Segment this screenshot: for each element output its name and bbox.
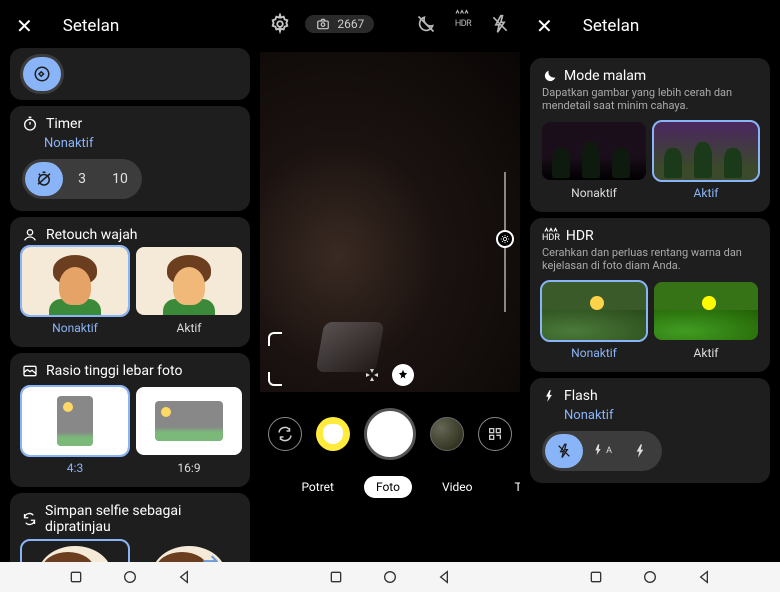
nav-recent-icon[interactable] <box>588 569 604 585</box>
timer-card: Timer Nonaktif 3 10 <box>10 106 250 211</box>
photo-count[interactable]: 2667 <box>305 15 374 33</box>
selfie-normal-thumb[interactable] <box>22 541 128 562</box>
mode-potret[interactable]: Potret <box>289 476 346 498</box>
retouch-off-label: Nonaktif <box>22 321 128 335</box>
hdr-icon[interactable]: HDR <box>451 12 474 36</box>
focus-frame-corner <box>268 332 282 346</box>
selfie-label: Simpan selfie sebagai dipratinjau <box>45 503 238 535</box>
timer-off-pill[interactable] <box>25 162 63 196</box>
hdr-label: HDR <box>566 228 594 244</box>
night-mode-icon[interactable] <box>414 12 437 36</box>
qr-lens-button[interactable] <box>478 417 512 451</box>
ratio-label: Rasio tinggi lebar foto <box>46 363 182 379</box>
flash-label: Flash <box>564 388 598 404</box>
close-icon[interactable]: ✕ <box>536 14 553 38</box>
timer-label: Timer <box>46 116 82 132</box>
hdr-on-thumb[interactable] <box>654 282 758 340</box>
retouch-off-thumb[interactable] <box>22 247 128 315</box>
ratio-card: Rasio tinggi lebar foto 4:3 16:9 <box>10 353 250 487</box>
snapchat-button[interactable] <box>316 417 350 451</box>
selfie-flip-icon <box>22 511 37 527</box>
nav-home-icon[interactable] <box>382 569 398 585</box>
flash-off-pill[interactable] <box>545 434 583 468</box>
nav-home-icon[interactable] <box>642 569 658 585</box>
aspect-ratio-icon <box>22 363 38 379</box>
mode-video[interactable]: Video <box>430 476 485 498</box>
card-partial-top <box>10 48 250 100</box>
shutter-button[interactable] <box>364 408 416 460</box>
filter-badge-icon[interactable] <box>392 364 414 386</box>
focus-frame-corner <box>268 372 282 386</box>
flash-auto-pill[interactable]: A <box>583 434 621 468</box>
night-on-label: Aktif <box>654 186 758 200</box>
nav-recent-icon[interactable] <box>328 569 344 585</box>
flash-options: A <box>542 431 662 471</box>
night-mode-card: Mode malam Dapatkan gambar yang lebih ce… <box>530 58 770 212</box>
retouch-label: Retouch wajah <box>46 227 138 243</box>
shutter-row <box>260 396 520 468</box>
nav-back-icon[interactable] <box>696 569 712 585</box>
timer-options: 3 10 <box>22 159 142 199</box>
night-mode-desc: Dapatkan gambar yang lebih cerah dan men… <box>542 86 758 112</box>
ratio-169-thumb[interactable] <box>136 387 242 455</box>
partial-pill[interactable] <box>23 57 61 91</box>
moon-icon <box>542 68 558 84</box>
retouch-icon <box>22 227 38 243</box>
retouch-card: Retouch wajah Nonaktif Aktif <box>10 217 250 347</box>
ratio-43-thumb[interactable] <box>22 387 128 455</box>
right-settings-panel: ✕ Setelan Mode malam Dapatkan gambar yan… <box>520 0 780 562</box>
timer-3-pill[interactable]: 3 <box>63 162 101 196</box>
selfie-card: Simpan selfie sebagai dipratinjau <box>10 493 250 562</box>
settings-title: Setelan <box>583 16 639 36</box>
ratio-43-label: 4:3 <box>22 461 128 475</box>
timer-status: Nonaktif <box>44 136 238 151</box>
nav-recent-icon[interactable] <box>68 569 84 585</box>
nav-back-icon[interactable] <box>436 569 452 585</box>
hdr-off-thumb[interactable] <box>542 282 646 340</box>
left-settings-panel: ✕ Setelan Timer Nonaktif 3 10 <box>0 0 260 562</box>
flash-status: Nonaktif <box>564 408 758 423</box>
viewfinder[interactable] <box>260 52 520 392</box>
timer-icon <box>22 116 38 132</box>
retouch-on-label: Aktif <box>136 321 242 335</box>
flash-on-pill[interactable] <box>621 434 659 468</box>
nav-home-icon[interactable] <box>122 569 138 585</box>
night-off-label: Nonaktif <box>542 186 646 200</box>
selfie-mirror-thumb[interactable] <box>136 541 242 562</box>
mode-terjen[interactable]: Terjen <box>503 476 520 498</box>
camera-topbar: 2667 HDR <box>260 0 520 48</box>
exposure-slider-knob[interactable] <box>496 230 514 248</box>
flash-off-icon[interactable] <box>489 12 512 36</box>
count-value: 2667 <box>337 17 364 31</box>
hdr-off-label: Nonaktif <box>542 346 646 360</box>
nav-back-icon[interactable] <box>176 569 192 585</box>
night-mode-label: Mode malam <box>564 68 646 84</box>
retouch-on-thumb[interactable] <box>136 247 242 315</box>
camera-panel: 2667 HDR <box>260 0 520 562</box>
android-nav-bar <box>0 562 780 592</box>
hdr-icon: HDR <box>542 229 560 243</box>
mode-row: Filter Potret Foto Video Terjen <box>260 468 520 506</box>
settings-gear-icon[interactable] <box>268 12 291 36</box>
night-on-thumb[interactable] <box>654 122 758 180</box>
gallery-thumbnail[interactable] <box>430 417 464 451</box>
flash-card: Flash Nonaktif A <box>530 378 770 483</box>
close-icon[interactable]: ✕ <box>16 14 33 38</box>
lens-icon[interactable] <box>364 367 380 383</box>
hdr-desc: Cerahkan dan perluas rentang warna dan k… <box>542 246 758 272</box>
settings-title: Setelan <box>63 16 119 36</box>
switch-camera-button[interactable] <box>268 417 302 451</box>
night-off-thumb[interactable] <box>542 122 646 180</box>
flash-icon <box>542 389 556 403</box>
mode-filter[interactable]: Filter <box>260 476 271 498</box>
ratio-169-label: 16:9 <box>136 461 242 475</box>
hdr-on-label: Aktif <box>654 346 758 360</box>
mode-foto[interactable]: Foto <box>364 476 412 498</box>
hdr-card: HDR HDR Cerahkan dan perluas rentang war… <box>530 218 770 372</box>
timer-10-pill[interactable]: 10 <box>101 162 139 196</box>
